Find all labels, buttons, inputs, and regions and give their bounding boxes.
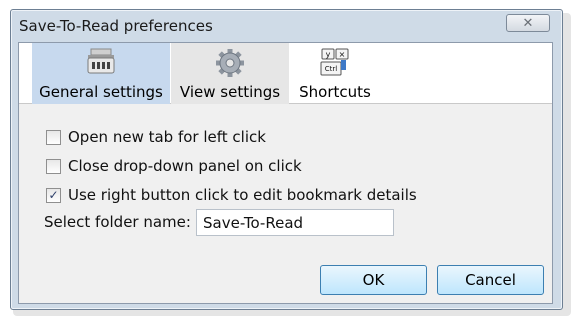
shortcut-key-x: × [339, 50, 346, 59]
tab-shortcuts[interactable]: y × Ctrl Shortcuts [292, 43, 378, 104]
shortcut-key-ctrl: Ctrl [325, 65, 338, 73]
close-icon: ✕ [522, 15, 534, 31]
preferences-dialog: Save-To-Read preferences ✕ General setti… [10, 9, 563, 310]
close-dropdown-checkbox[interactable] [46, 158, 61, 174]
shortcut-key-y: y [326, 50, 331, 59]
tab-view-settings-label: View settings [179, 83, 281, 101]
open-new-tab-label: Open new tab for left click [68, 128, 266, 146]
option-open-new-tab[interactable]: Open new tab for left click [46, 128, 266, 146]
checkmark-icon: ✓ [48, 188, 59, 202]
keyboard-icon [87, 48, 115, 74]
right-click-edit-label: Use right button click to edit bookmark … [68, 186, 417, 204]
tab-general-settings[interactable]: General settings [32, 43, 170, 104]
ok-button[interactable]: OK [320, 265, 427, 295]
option-close-dropdown[interactable]: Close drop-down panel on click [46, 157, 302, 175]
title-bar[interactable]: Save-To-Read preferences ✕ [11, 10, 562, 42]
folder-name-input[interactable] [196, 209, 394, 236]
close-dropdown-label: Close drop-down panel on click [68, 157, 302, 175]
folder-name-label: Select folder name: [44, 213, 191, 231]
tab-shortcuts-label: Shortcuts [299, 83, 371, 101]
window-title: Save-To-Read preferences [19, 17, 213, 35]
right-click-edit-checkbox[interactable]: ✓ [46, 187, 61, 203]
preferences-toolbar: General settings View settings y × Ctrl … [19, 43, 552, 104]
close-button[interactable]: ✕ [506, 14, 550, 32]
dialog-content: General settings View settings y × Ctrl … [18, 42, 553, 304]
tab-view-settings[interactable]: View settings [171, 43, 289, 104]
tab-general-settings-label: General settings [39, 83, 163, 101]
cancel-button[interactable]: Cancel [437, 265, 544, 295]
gear-icon [216, 49, 244, 77]
option-right-click-edit[interactable]: ✓ Use right button click to edit bookmar… [46, 186, 417, 204]
open-new-tab-checkbox[interactable] [46, 129, 61, 145]
shortcut-keys-icon: y × Ctrl [320, 48, 349, 76]
